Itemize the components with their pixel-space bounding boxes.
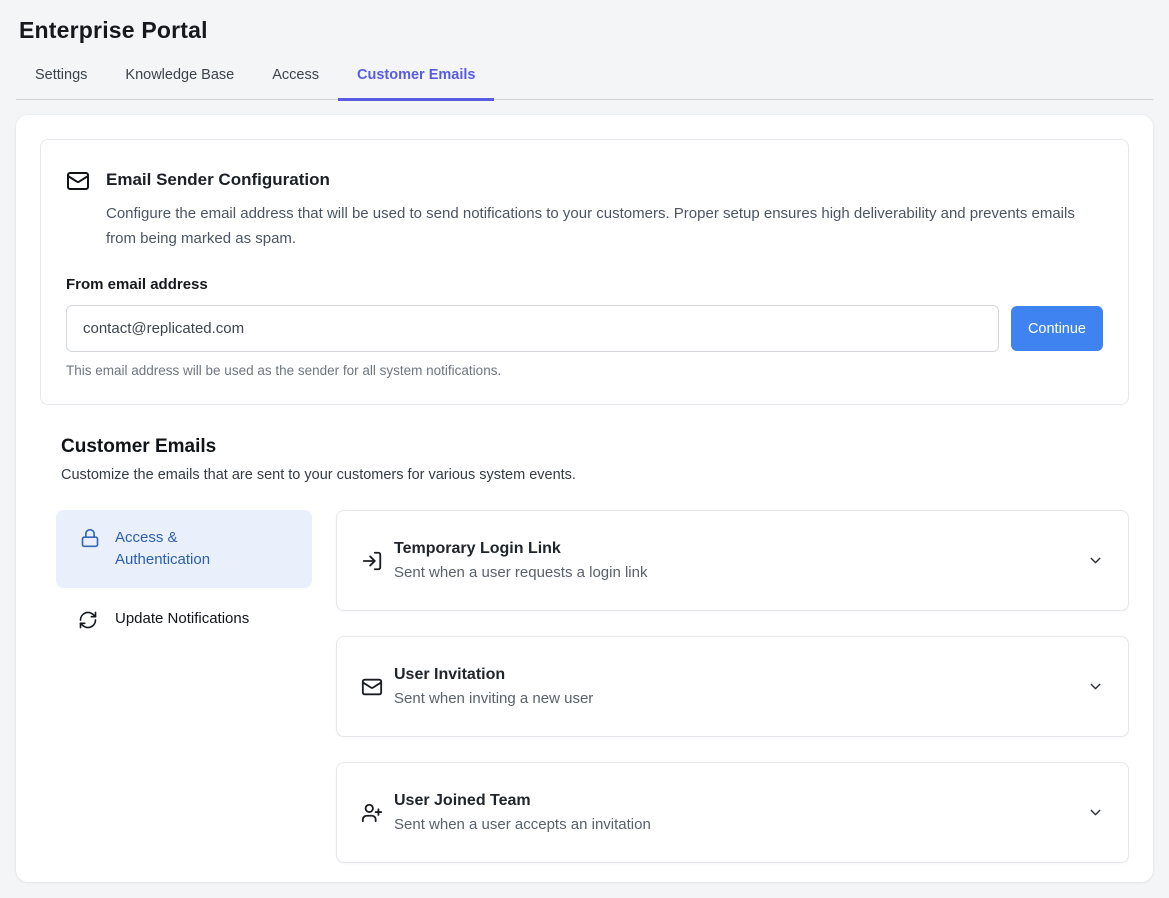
email-sender-config-card: Email Sender Configuration Configure the…: [40, 139, 1129, 405]
chevron-down-icon[interactable]: [1087, 552, 1104, 569]
chevron-down-icon[interactable]: [1087, 678, 1104, 695]
mail-icon: [66, 168, 90, 193]
page-title: Enterprise Portal: [19, 17, 1149, 44]
tabbar: Settings Knowledge Base Access Customer …: [16, 56, 1153, 100]
chevron-down-icon[interactable]: [1087, 804, 1104, 821]
customer-emails-layout: Access & Authentication Update Notificat…: [40, 510, 1129, 863]
category-sidebar: Access & Authentication Update Notificat…: [56, 510, 312, 863]
lock-icon: [80, 527, 100, 548]
tab-access[interactable]: Access: [253, 56, 338, 101]
tab-customer-emails[interactable]: Customer Emails: [338, 56, 494, 101]
login-icon: [361, 550, 383, 572]
sidebar-item-access-authentication[interactable]: Access & Authentication: [56, 510, 312, 588]
card-title: Email Sender Configuration: [106, 168, 330, 190]
from-email-label: From email address: [66, 276, 1103, 293]
page-header: Enterprise Portal: [0, 0, 1169, 44]
customer-emails-title: Customer Emails: [40, 436, 1129, 458]
main-panel: Email Sender Configuration Configure the…: [16, 115, 1153, 882]
sidebar-item-label: Access & Authentication: [115, 527, 245, 571]
from-email-input[interactable]: [66, 305, 999, 352]
sidebar-item-label: Update Notifications: [115, 608, 249, 630]
email-card-title: Temporary Login Link: [394, 540, 647, 558]
customer-emails-subtitle: Customize the emails that are sent to yo…: [40, 467, 1129, 483]
tab-settings[interactable]: Settings: [16, 56, 106, 101]
refresh-icon: [78, 609, 98, 630]
card-description: Configure the email address that will be…: [106, 201, 1091, 251]
email-card-user-joined-team[interactable]: User Joined Team Sent when a user accept…: [336, 762, 1129, 863]
email-card-title: User Invitation: [394, 666, 593, 684]
tab-knowledge-base[interactable]: Knowledge Base: [106, 56, 253, 101]
email-card-temporary-login-link[interactable]: Temporary Login Link Sent when a user re…: [336, 510, 1129, 611]
email-card-description: Sent when a user requests a login link: [394, 564, 647, 581]
sidebar-item-update-notifications[interactable]: Update Notifications: [56, 591, 312, 647]
email-card-user-invitation[interactable]: User Invitation Sent when inviting a new…: [336, 636, 1129, 737]
continue-button[interactable]: Continue: [1011, 306, 1103, 351]
email-helper-text: This email address will be used as the s…: [66, 363, 1103, 378]
email-card-description: Sent when inviting a new user: [394, 690, 593, 707]
email-card-title: User Joined Team: [394, 792, 651, 810]
user-plus-icon: [361, 802, 383, 824]
email-template-list: Temporary Login Link Sent when a user re…: [336, 510, 1129, 863]
mail-icon: [361, 676, 383, 698]
email-card-description: Sent when a user accepts an invitation: [394, 816, 651, 833]
